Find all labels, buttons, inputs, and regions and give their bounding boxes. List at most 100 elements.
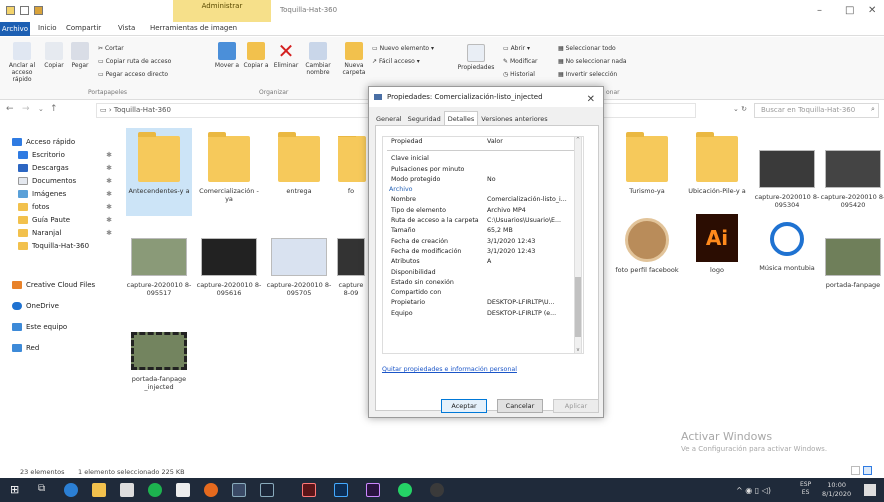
up-icon[interactable]: ↑ <box>50 104 58 114</box>
property-row[interactable]: Modo protegido No <box>383 175 583 185</box>
nav-creative-cloud[interactable]: Creative Cloud Files <box>0 279 120 292</box>
file-tile[interactable]: capture-2020010 8-095705 <box>266 238 332 297</box>
nav-item-descargas[interactable]: Descargas ✱ <box>0 162 120 175</box>
file-tile[interactable]: Antecendentes-y a <box>126 128 192 216</box>
scroll-down-icon[interactable]: v <box>575 347 581 353</box>
nav-item-documentos[interactable]: Documentos ✱ <box>0 175 120 188</box>
file-tile[interactable]: capture-2020010 8-095616 <box>196 238 262 297</box>
close-button[interactable]: ✕ <box>868 5 876 16</box>
move-to-button[interactable]: Mover a <box>214 42 240 69</box>
nav-item-imagenes[interactable]: Imágenes ✱ <box>0 188 120 201</box>
language-indicator[interactable]: ESP ES <box>800 481 811 497</box>
remove-properties-link[interactable]: Quitar propiedades e información persona… <box>382 366 517 373</box>
tab-image-tools[interactable]: Herramientas de imagen <box>150 24 237 32</box>
premiere-taskbar-icon[interactable] <box>366 483 380 497</box>
nav-item-fotos[interactable]: fotos ✱ <box>0 201 120 214</box>
new-folder-quick-icon[interactable] <box>34 6 43 15</box>
property-row[interactable]: Compartido con <box>383 288 583 298</box>
property-row[interactable]: Tamaño 65,2 MB <box>383 226 583 236</box>
property-row[interactable]: Estado sin conexión <box>383 278 583 288</box>
property-row[interactable]: Ruta de acceso a la carpeta C:\Usuarios\U… <box>383 216 583 226</box>
pin-quick-access-button[interactable]: Anclar al acceso rápido <box>4 42 40 83</box>
nav-item-guia-paute[interactable]: Guía Paute ✱ <box>0 214 120 227</box>
property-row[interactable]: Nombre Comercialización-listo_i... <box>383 195 583 205</box>
property-row[interactable]: Equipo DESKTOP-LFIRLTP (e... <box>383 309 583 319</box>
forward-icon[interactable]: → <box>22 104 30 114</box>
property-row[interactable]: Propietario DESKTOP-LFIRLTP\U... <box>383 298 583 308</box>
file-tile[interactable]: portada-fanpage <box>820 238 884 289</box>
windows-start-icon[interactable]: ⊞ <box>10 483 19 496</box>
refresh-icon[interactable]: ⌄ ↻ <box>733 105 747 113</box>
nav-item-naranjal[interactable]: Naranjal ✱ <box>0 227 120 240</box>
illustrator-taskbar-icon[interactable] <box>302 483 316 497</box>
copy-path-button[interactable]: ▭ Copiar ruta de acceso <box>98 58 171 65</box>
search-input[interactable]: Buscar en Toquilla-Hat-360 <box>754 103 879 118</box>
invert-selection-button[interactable]: ▦ Invertir selección <box>558 71 617 78</box>
minimize-button[interactable]: – <box>817 5 822 16</box>
tab-security[interactable]: Seguridad <box>405 112 444 126</box>
property-row[interactable]: Disponibilidad <box>383 268 583 278</box>
notification-icon[interactable] <box>864 484 876 496</box>
paste-button[interactable]: Pegar <box>68 42 92 69</box>
system-tray-icons[interactable]: ^ ◉ ▯ ◁) <box>736 486 771 495</box>
property-row[interactable]: Clave inicial <box>383 154 583 164</box>
app-circle-icon[interactable] <box>430 483 444 497</box>
nav-network[interactable]: Red <box>0 342 120 355</box>
open-button[interactable]: ▭ Abrir ▾ <box>503 45 530 52</box>
store-icon[interactable] <box>120 483 134 497</box>
copy-to-button[interactable]: Copiar a <box>243 42 269 69</box>
tab-details[interactable]: Detalles <box>443 111 479 125</box>
file-tile[interactable]: entrega <box>266 132 332 195</box>
file-tile[interactable]: Comercialización -ya <box>196 132 262 203</box>
file-tile[interactable]: Música montubia <box>754 218 820 272</box>
scrollbar-thumb[interactable] <box>575 277 581 337</box>
details-view-icon[interactable] <box>851 466 860 475</box>
property-row[interactable]: Fecha de creación 3/1/2020 12:43 <box>383 237 583 247</box>
property-row[interactable]: Pulsaciones por minuto <box>383 165 583 175</box>
nav-quick-access[interactable]: Acceso rápido <box>0 136 120 149</box>
properties-button[interactable]: Propiedades <box>454 44 498 71</box>
task-view-icon[interactable]: ⧉ <box>38 483 45 494</box>
maximize-button[interactable]: □ <box>845 5 854 16</box>
property-scrollbar[interactable]: ^ v <box>574 136 582 354</box>
tab-general[interactable]: General <box>373 112 405 126</box>
edge-icon[interactable] <box>64 483 78 497</box>
photoshop-taskbar-icon[interactable] <box>334 483 348 497</box>
mail-icon[interactable] <box>176 483 190 497</box>
dialog-close-button[interactable]: ✕ <box>587 90 595 110</box>
nav-item-escritorio[interactable]: Escritorio ✱ <box>0 149 120 162</box>
property-list[interactable]: Propiedad Valor Clave inicial Pulsaciones… <box>382 136 584 354</box>
apply-button[interactable]: Aplicar <box>553 399 599 413</box>
nav-this-pc[interactable]: Este equipo <box>0 321 120 334</box>
back-icon[interactable]: ← <box>6 104 14 114</box>
easy-access-button[interactable]: ↗ Fácil acceso ▾ <box>372 58 420 65</box>
whatsapp-icon[interactable] <box>398 483 412 497</box>
file-tile[interactable]: capture-2020010 8-095420 <box>820 150 884 209</box>
file-tile[interactable]: Turismo-ya <box>614 132 680 195</box>
tab-share[interactable]: Compartir <box>66 24 101 32</box>
file-tile[interactable]: Ubicación-Pile-y a <box>684 132 750 195</box>
cancel-button[interactable]: Cancelar <box>497 399 543 413</box>
cut-button[interactable]: ✂ Cortar <box>98 45 124 52</box>
select-all-button[interactable]: ▦ Seleccionar todo <box>558 45 616 52</box>
tab-file[interactable]: Archivo <box>0 22 30 36</box>
app-icon[interactable] <box>260 483 274 497</box>
property-row[interactable]: Atributos A <box>383 257 583 267</box>
file-tile[interactable]: Ai logo <box>684 214 750 274</box>
file-tile[interactable]: portada-fanpage _injected <box>126 332 192 391</box>
photos-icon[interactable] <box>232 483 246 497</box>
file-tile[interactable]: capture-2020010 8-095304 <box>754 150 820 209</box>
new-folder-button[interactable]: Nueva carpeta <box>340 42 368 76</box>
modify-button[interactable]: ✎ Modificar <box>503 58 537 65</box>
history-button[interactable]: ◷ Historial <box>503 71 535 78</box>
paste-shortcut-button[interactable]: ▭ Pegar acceso directo <box>98 71 168 78</box>
ok-button[interactable]: Aceptar <box>441 399 487 413</box>
file-tile[interactable]: fo <box>336 136 366 195</box>
tab-view[interactable]: Vista <box>118 24 135 32</box>
property-row[interactable]: Tipo de elemento Archivo MP4 <box>383 206 583 216</box>
nav-onedrive[interactable]: OneDrive <box>0 300 120 313</box>
clock[interactable]: 10:00 8/1/2020 <box>822 481 851 499</box>
file-tile[interactable]: capture 8-09 <box>336 238 366 297</box>
scroll-up-icon[interactable]: ^ <box>575 137 581 143</box>
chrome-icon[interactable] <box>148 483 162 497</box>
